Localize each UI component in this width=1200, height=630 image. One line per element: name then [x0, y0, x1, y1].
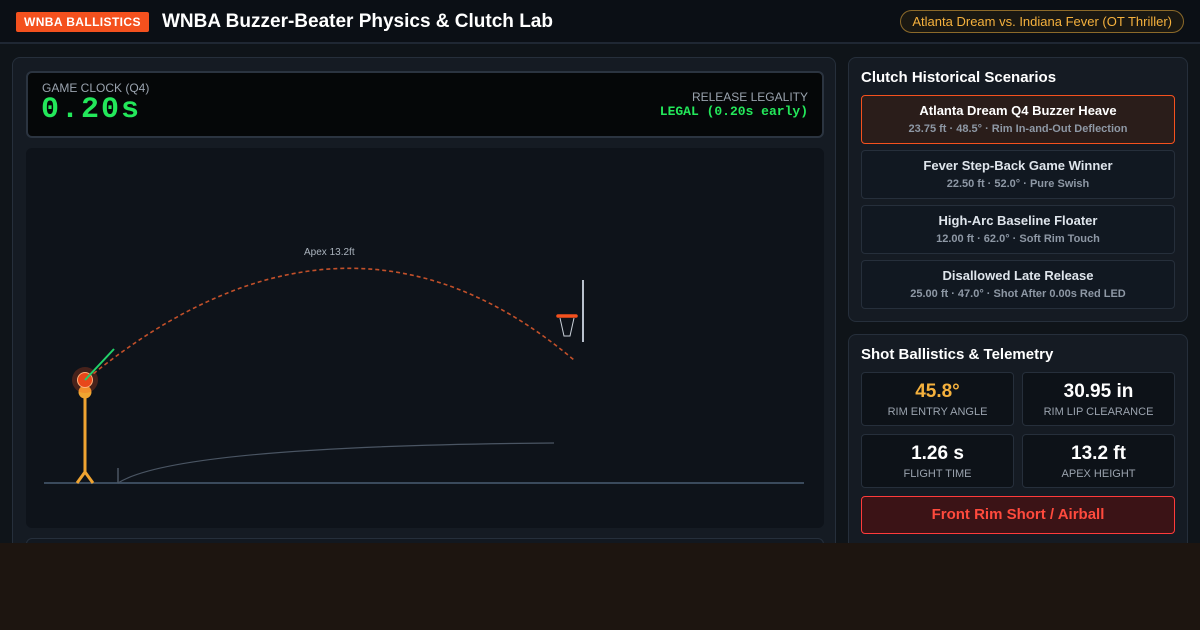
game-clock-display: GAME CLOCK (Q4) 0.20s RELEASE LEGALITY L…: [26, 71, 824, 138]
page-title: WNBA Buzzer-Beater Physics & Clutch Lab: [162, 11, 553, 32]
scenario-name: High-Arc Baseline Floater: [938, 213, 1098, 228]
metric-label: APEX HEIGHT: [1061, 468, 1136, 480]
telemetry-card: Shot Ballistics & Telemetry 45.8° RIM EN…: [848, 334, 1188, 543]
scenario-item-fever-stepback[interactable]: Fever Step-Back Game Winner 22.50 ft · 5…: [861, 150, 1175, 199]
scenario-item-dream-heave[interactable]: Atlanta Dream Q4 Buzzer Heave 23.75 ft ·…: [861, 95, 1175, 144]
control-bar: [26, 538, 824, 543]
scenario-name: Fever Step-Back Game Winner: [923, 158, 1113, 173]
metric-rim-lip-clearance: 30.95 in RIM LIP CLEARANCE: [1022, 372, 1175, 426]
scenario-meta: 23.75 ft · 48.5° · Rim In-and-Out Deflec…: [908, 123, 1128, 135]
shooter-leg-right: [83, 471, 95, 484]
simulation-panel: GAME CLOCK (Q4) 0.20s RELEASE LEGALITY L…: [12, 57, 836, 543]
matchup-badge: Atlanta Dream vs. Indiana Fever (OT Thri…: [900, 10, 1184, 33]
scenario-name: Disallowed Late Release: [942, 268, 1094, 283]
scenario-meta: 22.50 ft · 52.0° · Pure Swish: [946, 178, 1090, 190]
hoop-net: [559, 317, 575, 337]
shot-trajectory: [87, 267, 575, 379]
release-angle-vector[interactable]: [84, 348, 115, 381]
scenario-item-late-release[interactable]: Disallowed Late Release 25.00 ft · 47.0°…: [861, 260, 1175, 309]
metric-rim-entry-angle: 45.8° RIM ENTRY ANGLE: [861, 372, 1014, 426]
scenario-name: Atlanta Dream Q4 Buzzer Heave: [919, 103, 1117, 118]
scenario-item-baseline-floater[interactable]: High-Arc Baseline Floater 12.00 ft · 62.…: [861, 205, 1175, 254]
apex-label: Apex 13.2ft: [304, 247, 355, 258]
metric-apex-height: 13.2 ft APEX HEIGHT: [1022, 434, 1175, 488]
court-canvas[interactable]: Apex 13.2ft: [26, 148, 824, 528]
scenarios-title: Clutch Historical Scenarios: [861, 69, 1057, 86]
scenario-meta: 25.00 ft · 47.0° · Shot After 0.00s Red …: [910, 288, 1126, 300]
scenarios-card: Clutch Historical Scenarios Atlanta Drea…: [848, 57, 1188, 322]
telemetry-title: Shot Ballistics & Telemetry: [861, 346, 1054, 363]
metric-label: RIM LIP CLEARANCE: [1043, 406, 1154, 418]
game-clock-value: 0.20s: [41, 93, 142, 127]
metric-value: 45.8°: [915, 381, 960, 402]
scenario-meta: 12.00 ft · 62.0° · Soft Rim Touch: [936, 233, 1100, 245]
metric-value: 1.26 s: [911, 443, 964, 464]
metric-flight-time: 1.26 s FLIGHT TIME: [861, 434, 1014, 488]
metric-value: 30.95 in: [1063, 381, 1134, 402]
shot-result-banner: Front Rim Short / Airball: [861, 496, 1175, 534]
shot-distance-arc: [117, 442, 555, 484]
trajectory-svg: Apex 13.2ft: [44, 247, 804, 484]
release-legality-label: RELEASE LEGALITY: [691, 90, 808, 104]
metric-value: 13.2 ft: [1071, 443, 1126, 464]
metric-label: RIM ENTRY ANGLE: [887, 406, 988, 418]
shooter-leg-left: [75, 471, 87, 484]
release-legality-value: LEGAL (0.20s early): [659, 104, 808, 119]
header: WNBA BALLISTICS WNBA Buzzer-Beater Physi…: [0, 0, 1200, 44]
brand-badge: WNBA BALLISTICS: [16, 12, 149, 32]
metric-label: FLIGHT TIME: [903, 468, 972, 480]
app-window: WNBA BALLISTICS WNBA Buzzer-Beater Physi…: [0, 0, 1200, 543]
